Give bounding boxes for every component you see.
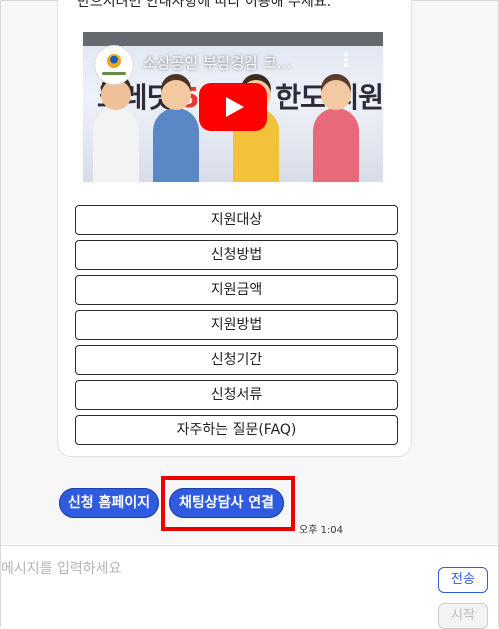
video-top-bar bbox=[83, 32, 383, 46]
message-input-area: 메시지를 입력하세요 전송 시작 bbox=[1, 545, 498, 629]
youtube-video-embed[interactable]: 크레딧 50만원 한도 지원! 소상공인 부담경감 크... ⋮ bbox=[83, 32, 383, 182]
video-title[interactable]: 소상공인 부담경감 크... bbox=[143, 52, 291, 73]
menu-button-application-method[interactable]: 신청방법 bbox=[75, 240, 398, 270]
menu-button-support-method[interactable]: 지원방법 bbox=[75, 310, 398, 340]
message-timestamp: 오후 1:04 bbox=[299, 525, 344, 536]
character-illustration bbox=[153, 80, 199, 182]
chat-message-area: 반으시려면 안내사항에 따라 이용해 주세요. 크레딧 50만원 한도 지원! … bbox=[1, 0, 498, 544]
more-vertical-icon[interactable]: ⋮ bbox=[337, 50, 355, 71]
channel-logo-icon[interactable] bbox=[95, 46, 133, 84]
menu-button-faq[interactable]: 자주하는 질문(FAQ) bbox=[75, 415, 398, 445]
application-homepage-button[interactable]: 신청 홈페이지 bbox=[59, 488, 159, 518]
menu-button-eligibility[interactable]: 지원대상 bbox=[75, 205, 398, 235]
send-button[interactable]: 전송 bbox=[438, 567, 488, 593]
message-input[interactable]: 메시지를 입력하세요 bbox=[1, 558, 121, 578]
play-icon[interactable] bbox=[199, 83, 267, 131]
character-illustration bbox=[313, 80, 359, 182]
highlight-box bbox=[161, 476, 295, 531]
menu-button-application-period[interactable]: 신청기간 bbox=[75, 345, 398, 375]
message-text: 반으시려면 안내사항에 따라 이용해 주세요. bbox=[77, 0, 332, 10]
menu-button-support-amount[interactable]: 지원금액 bbox=[75, 275, 398, 305]
chat-window: 반으시려면 안내사항에 따라 이용해 주세요. 크레딧 50만원 한도 지원! … bbox=[0, 0, 499, 629]
menu-button-required-documents[interactable]: 신청서류 bbox=[75, 380, 398, 410]
start-button[interactable]: 시작 bbox=[438, 603, 488, 629]
character-illustration bbox=[93, 80, 139, 182]
